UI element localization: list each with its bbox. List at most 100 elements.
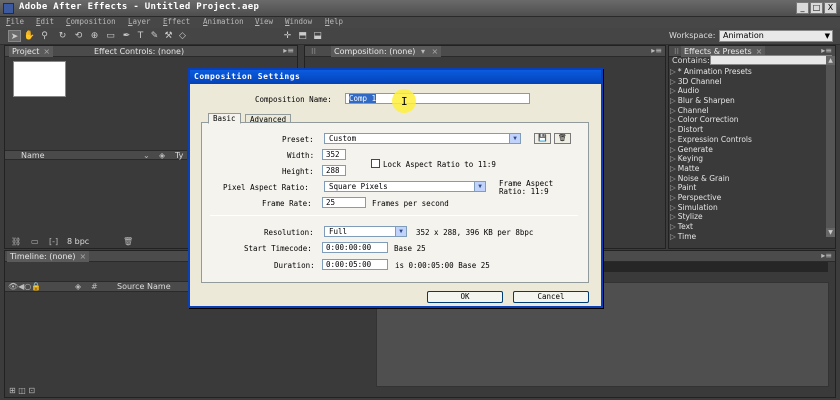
- chevron-down-icon[interactable]: ▾: [421, 47, 425, 56]
- cancel-button[interactable]: Cancel: [513, 291, 589, 303]
- effects-search-input[interactable]: [710, 55, 832, 65]
- label-tag-icon[interactable]: ◈: [75, 282, 81, 291]
- pan-behind-tool-icon[interactable]: ⊕: [88, 30, 101, 42]
- effect-category[interactable]: ▷ Matte: [670, 164, 828, 174]
- tab-composition[interactable]: Composition: (none) ▾ ×: [331, 46, 442, 57]
- width-input[interactable]: 352: [322, 149, 346, 160]
- comp-name-input[interactable]: Comp 1: [345, 93, 530, 104]
- interpret-footage-icon[interactable]: ⛓: [11, 237, 21, 246]
- workspace-value: Animation: [723, 31, 764, 40]
- width-label: Width:: [287, 151, 315, 160]
- new-folder-icon[interactable]: ▭: [31, 237, 39, 246]
- eraser-tool-icon[interactable]: ◇: [176, 30, 189, 42]
- panel-menu-icon[interactable]: ▸≡: [821, 251, 832, 260]
- effect-category[interactable]: ▷ Paint: [670, 183, 828, 193]
- height-input[interactable]: 288: [322, 165, 346, 176]
- close-icon[interactable]: ×: [432, 47, 439, 56]
- duration-input[interactable]: 0:00:05:00: [322, 259, 388, 270]
- workspace-dropdown[interactable]: Animation ▼: [719, 30, 833, 42]
- effect-category[interactable]: ▷ * Animation Presets: [670, 67, 828, 77]
- workspace-label: Workspace:: [669, 31, 716, 40]
- effect-category[interactable]: ▷ Text: [670, 222, 828, 232]
- dialog-title[interactable]: Composition Settings: [190, 70, 601, 84]
- section-divider: [210, 215, 578, 216]
- minimize-button[interactable]: _: [796, 2, 809, 14]
- maximize-button[interactable]: □: [810, 2, 823, 14]
- effect-category[interactable]: ▷ Perspective: [670, 193, 828, 203]
- ok-button[interactable]: OK: [427, 291, 503, 303]
- sort-chevron-icon[interactable]: ⌄: [143, 151, 150, 160]
- expand-triangle-icon: ▷: [670, 173, 676, 183]
- effect-category[interactable]: ▷ Audio: [670, 86, 828, 96]
- axis-mode-icon[interactable]: ✛: [281, 30, 294, 42]
- rotate-tool-icon[interactable]: ↻: [56, 30, 69, 42]
- close-icon[interactable]: ×: [43, 47, 50, 56]
- effect-category[interactable]: ▷ Color Correction: [670, 115, 828, 125]
- start-timecode-input[interactable]: 0:00:00:00: [322, 242, 388, 253]
- panel-menu-icon[interactable]: ▸≡: [651, 46, 662, 55]
- menu-composition[interactable]: Composition: [66, 17, 116, 26]
- effect-category[interactable]: ▷ Channel: [670, 106, 828, 116]
- title-bar: Adobe After Effects - Untitled Project.a…: [0, 0, 840, 17]
- column-type[interactable]: Ty: [175, 151, 183, 160]
- text-tool-icon[interactable]: T: [134, 30, 147, 42]
- tab-timeline[interactable]: Timeline: (none) ×: [7, 251, 90, 262]
- effect-category-label: Noise & Grain: [677, 173, 730, 183]
- frame-rate-input[interactable]: 25: [322, 197, 366, 208]
- view-axis-icon[interactable]: ⬓: [311, 30, 324, 42]
- brush-tool-icon[interactable]: ✎: [148, 30, 161, 42]
- lock-aspect-checkbox[interactable]: [371, 159, 380, 168]
- column-name[interactable]: Name: [21, 151, 45, 160]
- effect-category[interactable]: ▷ Expression Controls: [670, 135, 828, 145]
- panel-menu-icon[interactable]: ▸≡: [283, 46, 294, 55]
- label-tag-icon[interactable]: ◈: [159, 151, 165, 160]
- panel-grip-icon[interactable]: ⁝⁝: [308, 46, 319, 57]
- effect-category[interactable]: ▷ Distort: [670, 125, 828, 135]
- effect-category[interactable]: ▷ 3D Channel: [670, 77, 828, 87]
- basic-settings-area: Preset: Custom ▼ 💾 🗑 Width: 352 Lock Asp…: [201, 122, 589, 283]
- pen-tool-icon[interactable]: ✒: [120, 30, 133, 42]
- close-button[interactable]: X: [824, 2, 837, 14]
- tab-effect-controls[interactable]: Effect Controls: (none): [91, 46, 187, 57]
- effect-category[interactable]: ▷ Simulation: [670, 203, 828, 213]
- menu-window[interactable]: Window: [285, 17, 312, 26]
- selection-tool-icon[interactable]: ➤: [8, 30, 21, 42]
- effect-category[interactable]: ▷ Blur & Sharpen: [670, 96, 828, 106]
- resolution-select[interactable]: Full ▼: [324, 226, 407, 237]
- av-features-icons[interactable]: 👁◀○🔒: [8, 282, 41, 291]
- tab-basic[interactable]: Basic: [208, 113, 241, 124]
- tab-project[interactable]: Project ×: [9, 46, 54, 57]
- menu-view[interactable]: View: [255, 17, 273, 26]
- par-select[interactable]: Square Pixels ▼: [324, 181, 486, 192]
- effect-category[interactable]: ▷ Noise & Grain: [670, 174, 828, 184]
- menu-effect[interactable]: Effect: [163, 17, 190, 26]
- column-source-name[interactable]: Source Name: [117, 282, 171, 291]
- scroll-down-icon[interactable]: ▼: [826, 228, 835, 237]
- menu-help[interactable]: Help: [325, 17, 343, 26]
- timeline-switches-icons[interactable]: ⊞ ◫ ⊡: [9, 386, 35, 395]
- preset-select[interactable]: Custom ▼: [324, 133, 521, 144]
- effect-category[interactable]: ▷ Stylize: [670, 212, 828, 222]
- scroll-up-icon[interactable]: ▲: [826, 56, 835, 65]
- menu-file[interactable]: File: [6, 17, 24, 26]
- menu-layer[interactable]: Layer: [128, 17, 151, 26]
- clone-stamp-icon[interactable]: ⚒: [162, 30, 175, 42]
- bit-depth-label[interactable]: 8 bpc: [67, 237, 89, 246]
- delete-icon[interactable]: 🗑: [123, 237, 133, 246]
- close-icon[interactable]: ×: [79, 252, 86, 261]
- effect-category[interactable]: ▷ Generate: [670, 145, 828, 155]
- orbit-camera-icon[interactable]: ⟲: [72, 30, 85, 42]
- new-comp-icon[interactable]: [-]: [49, 237, 58, 246]
- hand-tool-icon[interactable]: ✋: [23, 30, 36, 42]
- world-axis-icon[interactable]: ⬒: [296, 30, 309, 42]
- panel-menu-icon[interactable]: ▸≡: [821, 46, 832, 55]
- mask-tool-icon[interactable]: ▭: [104, 30, 117, 42]
- menu-edit[interactable]: Edit: [36, 17, 54, 26]
- delete-preset-icon[interactable]: 🗑: [554, 133, 571, 144]
- menu-animation[interactable]: Animation: [203, 17, 244, 26]
- save-preset-icon[interactable]: 💾: [534, 133, 551, 144]
- effects-scrollbar[interactable]: ▲ ▼: [826, 56, 835, 237]
- effect-category[interactable]: ▷ Time: [670, 232, 828, 242]
- zoom-tool-icon[interactable]: ⚲: [38, 30, 51, 42]
- effect-category[interactable]: ▷ Keying: [670, 154, 828, 164]
